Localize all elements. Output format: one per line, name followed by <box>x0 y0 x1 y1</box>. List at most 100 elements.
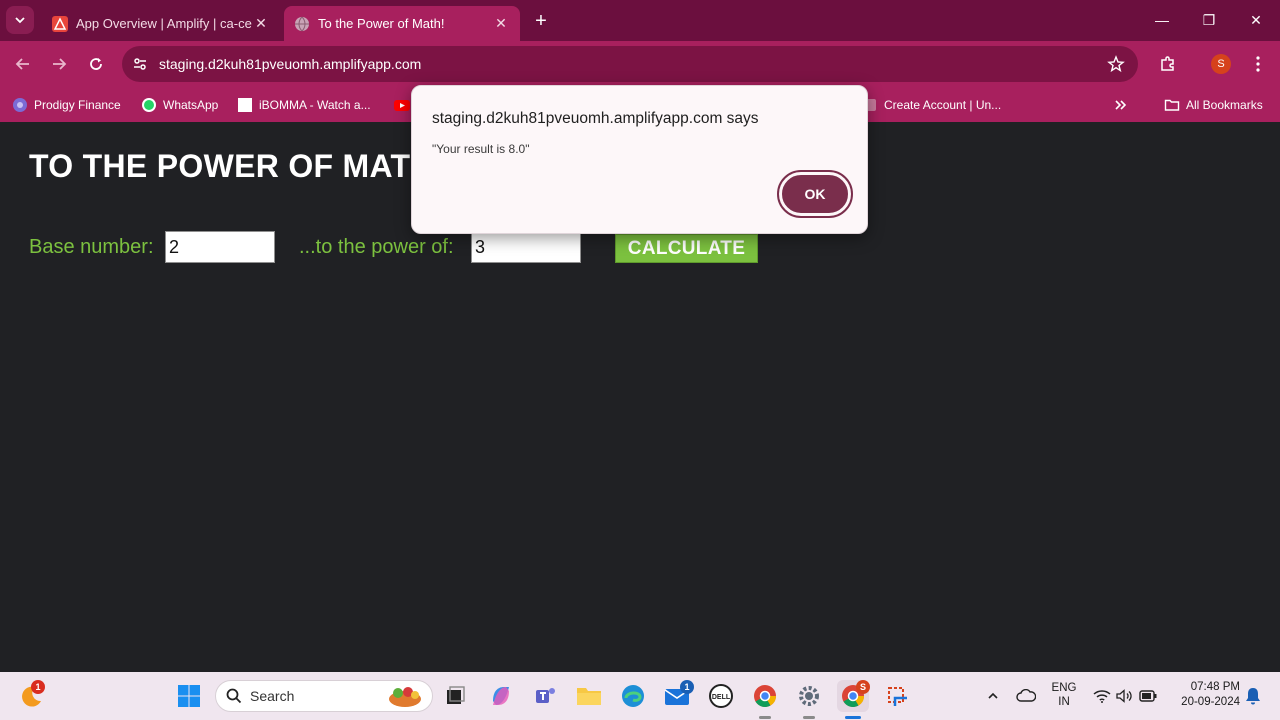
dell-icon: DELL <box>709 684 733 708</box>
dialog-title: staging.d2kuh81pveuomh.amplifyapp.com sa… <box>432 110 759 127</box>
arrow-right-icon <box>53 58 67 70</box>
bookmark-label: All Bookmarks <box>1186 98 1263 112</box>
minimize-button[interactable]: — <box>1139 0 1185 40</box>
close-tab-icon[interactable]: ✕ <box>492 15 510 33</box>
youtube-icon <box>394 97 410 113</box>
folder-icon <box>1164 97 1180 113</box>
reload-icon <box>90 58 102 70</box>
clock-date: 20-09-2024 <box>1181 696 1240 708</box>
taskbar: 1 Search 1 DELL S ENG IN 07:48 PM 20-09-… <box>0 672 1280 720</box>
settings-button[interactable] <box>793 680 825 712</box>
close-window-button[interactable]: ✕ <box>1233 0 1279 40</box>
bookmark-whatsapp[interactable]: WhatsApp <box>141 94 218 116</box>
copilot-button[interactable] <box>485 680 517 712</box>
weather-widget[interactable]: 1 <box>16 680 48 712</box>
double-chevron-right-icon <box>1115 100 1127 110</box>
edge-icon <box>622 685 644 707</box>
task-view-icon <box>447 686 465 704</box>
clock-time: 07:48 PM <box>1190 681 1240 693</box>
ok-button[interactable]: OK <box>777 170 853 218</box>
bookmark-prodigy-finance[interactable]: Prodigy Finance <box>12 94 121 116</box>
more-vertical-icon <box>1256 56 1260 72</box>
bell-icon <box>1246 688 1260 705</box>
new-tab-button[interactable]: + <box>528 8 554 34</box>
active-indicator <box>845 716 861 719</box>
page-icon <box>237 97 253 113</box>
language-indicator[interactable]: ENG IN <box>1048 682 1080 708</box>
show-hidden-icons-button[interactable] <box>980 680 1006 712</box>
power-label: ...to the power of: <box>299 236 454 258</box>
base-number-label: Base number: <box>29 236 154 258</box>
bookmark-star-icon[interactable] <box>1106 54 1126 74</box>
tab-title: To the Power of Math! <box>318 16 445 31</box>
arrow-left-icon <box>15 58 29 70</box>
search-placeholder: Search <box>250 688 295 704</box>
more-bookmarks-button[interactable] <box>1114 94 1128 116</box>
profile-badge: S <box>856 680 870 694</box>
onedrive-button[interactable] <box>1012 680 1040 712</box>
start-button[interactable] <box>173 680 205 712</box>
site-settings-icon[interactable] <box>122 46 158 82</box>
file-explorer-button[interactable] <box>573 680 605 712</box>
task-view-button[interactable] <box>439 680 471 712</box>
tab-power-of-math[interactable]: To the Power of Math! ✕ <box>284 6 520 41</box>
globe-icon <box>294 16 310 32</box>
battery-icon <box>1139 690 1157 702</box>
tab-title: App Overview | Amplify | ca-cen <box>76 16 252 31</box>
restore-button[interactable]: ❐ <box>1186 0 1232 40</box>
chrome-app-button[interactable] <box>749 680 781 712</box>
bookmark-label: WhatsApp <box>163 98 219 112</box>
snipping-tool-icon <box>888 687 907 706</box>
browser-menu-button[interactable] <box>1246 50 1270 78</box>
gear-icon <box>799 686 819 706</box>
power-input[interactable] <box>471 231 581 263</box>
teams-icon <box>536 688 555 703</box>
alert-dialog: staging.d2kuh81pveuomh.amplifyapp.com sa… <box>411 85 868 234</box>
prodigy-icon <box>12 97 28 113</box>
url-text[interactable]: staging.d2kuh81pveuomh.amplifyapp.com <box>159 56 421 72</box>
chrome-icon <box>754 685 776 707</box>
bookmark-ibomma[interactable]: iBOMMA - Watch a... <box>237 94 371 116</box>
address-bar[interactable]: staging.d2kuh81pveuomh.amplifyapp.com <box>122 46 1138 82</box>
cloud-icon <box>1016 689 1036 702</box>
bookmark-label: Create Account | Un... <box>884 98 1002 112</box>
dell-button[interactable]: DELL <box>705 680 737 712</box>
base-number-input[interactable] <box>165 231 275 263</box>
forward-button[interactable] <box>45 50 73 78</box>
folder-icon <box>577 688 601 705</box>
all-bookmarks-button[interactable]: All Bookmarks <box>1164 94 1263 116</box>
tab-search-button[interactable] <box>6 6 34 34</box>
language-code: ENG <box>1051 682 1077 694</box>
quick-settings-button[interactable] <box>1090 680 1160 712</box>
region-code: IN <box>1058 696 1070 708</box>
copilot-icon <box>493 687 509 705</box>
tab-app-overview[interactable]: App Overview | Amplify | ca-cen ✕ <box>42 6 280 41</box>
reload-button[interactable] <box>82 50 110 78</box>
svg-text:DELL: DELL <box>712 694 731 701</box>
extensions-button[interactable] <box>1154 50 1182 78</box>
chevron-up-icon <box>988 692 998 699</box>
bookmark-create-account[interactable]: Create Account | Un... <box>862 94 1001 116</box>
back-button[interactable] <box>9 50 37 78</box>
mail-badge: 1 <box>680 680 694 694</box>
mail-button[interactable]: 1 <box>661 680 694 712</box>
notifications-button[interactable] <box>1240 680 1266 712</box>
wifi-icon <box>1093 690 1111 703</box>
running-indicator <box>803 716 815 719</box>
teams-button[interactable] <box>529 680 561 712</box>
chrome-profile-button[interactable]: S <box>837 680 870 712</box>
snipping-tool-button[interactable] <box>881 680 913 712</box>
volume-icon <box>1116 689 1132 703</box>
bookmark-label: Prodigy Finance <box>34 98 121 112</box>
amplify-icon <box>52 15 68 32</box>
calculate-button[interactable]: CALCULATE <box>615 234 758 263</box>
clock[interactable]: 07:48 PM 20-09-2024 <box>1170 681 1240 708</box>
edge-button[interactable] <box>617 680 649 712</box>
profile-avatar[interactable]: S <box>1211 54 1231 74</box>
running-indicator <box>759 716 771 719</box>
dialog-message: "Your result is 8.0" <box>432 142 530 156</box>
close-tab-icon[interactable]: ✕ <box>252 15 270 33</box>
taskbar-search[interactable]: Search <box>215 680 433 712</box>
page-title: TO THE POWER OF MATH <box>29 148 434 184</box>
tab-strip: App Overview | Amplify | ca-cen ✕ To the… <box>0 0 1280 41</box>
